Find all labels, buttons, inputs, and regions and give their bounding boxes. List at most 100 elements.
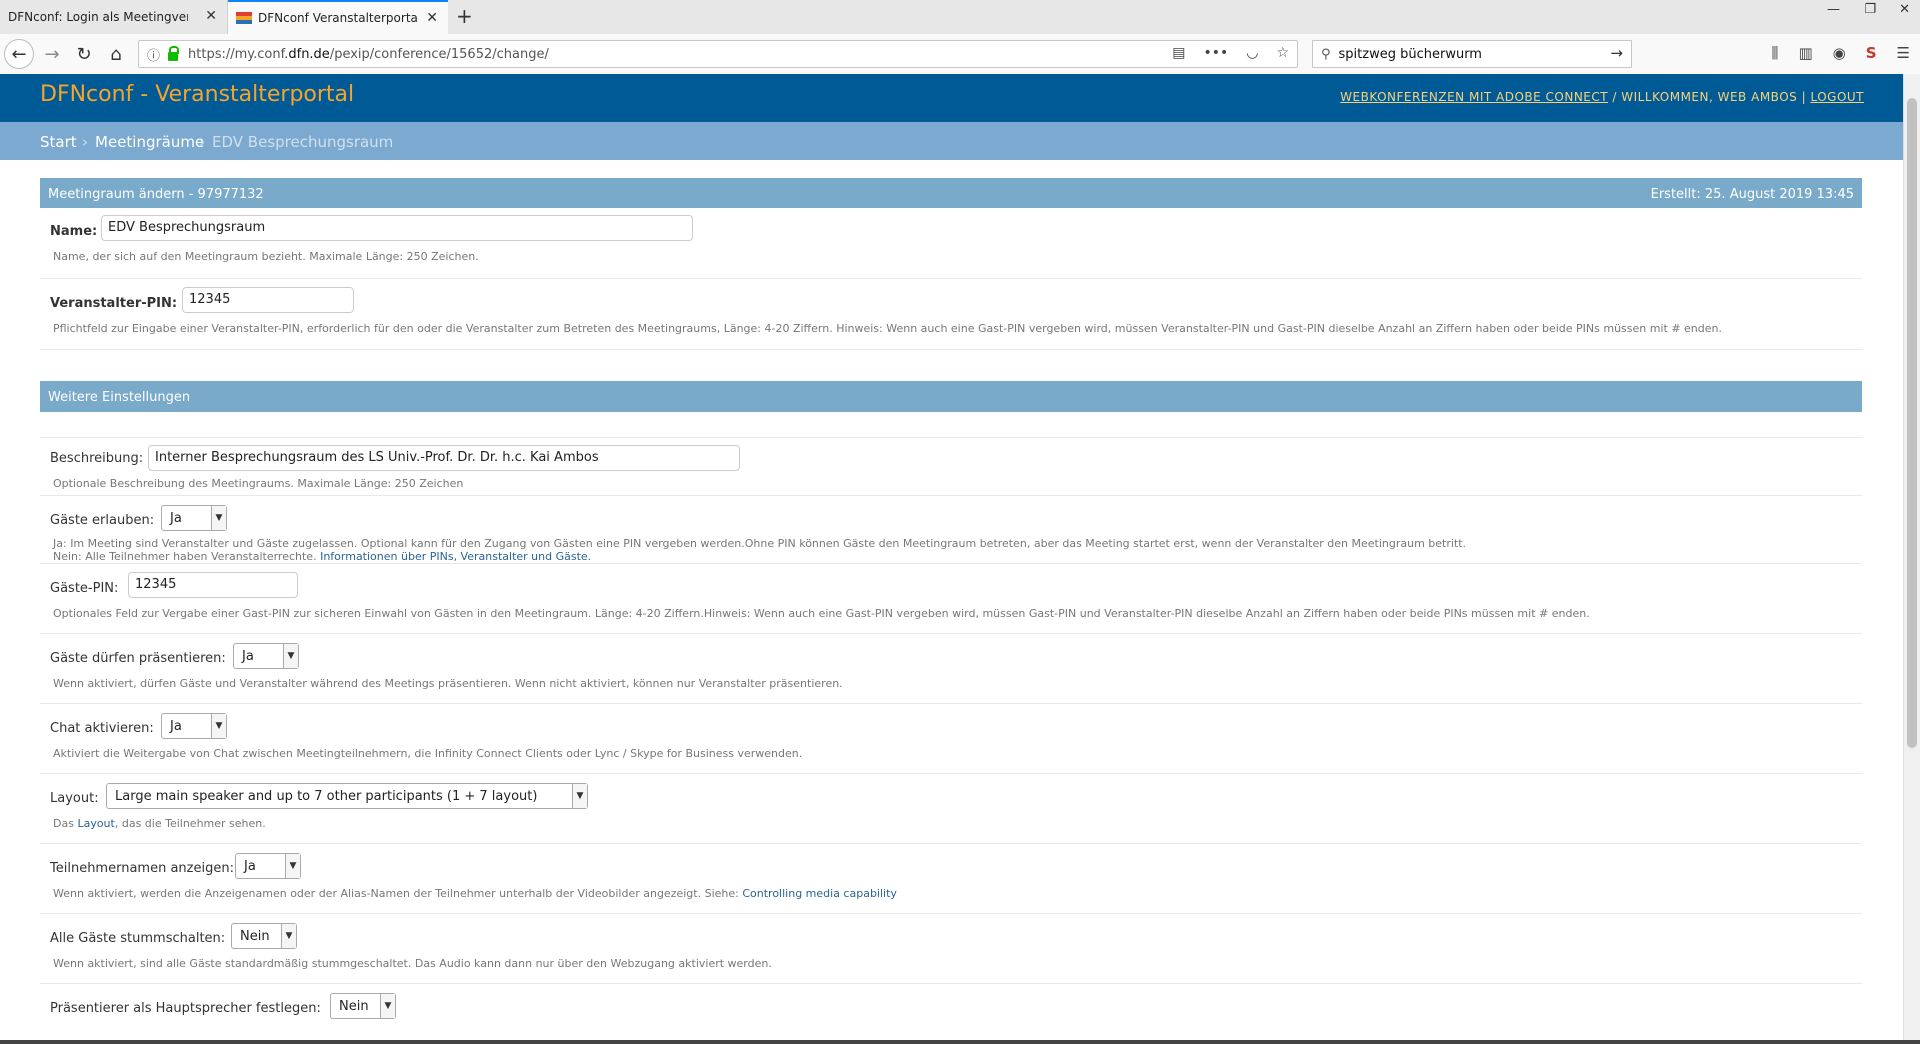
pin-info-link[interactable]: Informationen über PINs, Veranstalter un… — [320, 550, 591, 563]
browser-nav-bar: ← → ↻ ⌂ ⓘ https://my.conf.dfn.de/pexip/c… — [0, 34, 1920, 75]
minimize-icon[interactable]: — — [1827, 2, 1840, 17]
adobe-connect-link[interactable]: WEBKONFERENZEN MIT ADOBE CONNECT — [1340, 90, 1608, 104]
mute-guests-label: Alle Gäste stummschalten: — [50, 931, 226, 946]
extension-icon[interactable]: ◉ — [1833, 44, 1846, 62]
browser-tab-bar: DFNconf: Login als Meetingveranst ✕ DFNc… — [0, 0, 1920, 35]
breadcrumb-separator: › — [82, 133, 88, 151]
form-row-name: Name: EDV Besprechungsraum Name, der sic… — [40, 208, 1862, 279]
close-icon[interactable]: ✕ — [426, 10, 438, 26]
tab-login[interactable]: DFNconf: Login als Meetingveranst ✕ — [0, 0, 228, 34]
help-text: Ja: Im Meeting sind Veranstalter und Gäs… — [53, 537, 1467, 550]
chevron-down-icon: ▼ — [285, 854, 300, 878]
restore-icon[interactable]: ❐ — [1864, 2, 1876, 17]
search-go-icon[interactable]: → — [1610, 44, 1623, 62]
host-pin-input[interactable]: 12345 — [182, 287, 354, 313]
reload-icon[interactable]: ↻ — [70, 40, 98, 68]
layout-select[interactable]: Large main speaker and up to 7 other par… — [106, 783, 588, 809]
page-scrollbar[interactable] — [1903, 74, 1920, 1044]
form-row-description: Beschreibung: Interner Besprechungsraum … — [40, 437, 1862, 496]
search-bar[interactable]: ⚲ spitzweg bücherwurm → — [1312, 40, 1632, 68]
help-text: Wenn aktiviert, werden die Anzeigenamen … — [53, 887, 897, 900]
home-icon[interactable]: ⌂ — [102, 40, 130, 68]
help-text: Optionale Beschreibung des Meetingraums.… — [53, 477, 464, 490]
name-label: Name: — [50, 224, 98, 239]
search-input[interactable]: spitzweg bücherwurm — [1339, 47, 1482, 62]
pocket-icon[interactable]: ◡ — [1246, 45, 1258, 61]
show-names-select[interactable]: Ja ▼ — [235, 853, 301, 879]
chevron-down-icon: ▼ — [211, 714, 226, 738]
form-row-main-speaker: Präsentierer als Hauptsprecher festlegen… — [40, 984, 1862, 1044]
chevron-down-icon: ▼ — [281, 924, 296, 948]
window-close-icon[interactable]: ✕ — [1899, 2, 1910, 17]
guest-pin-label: Gäste-PIN: — [50, 581, 119, 596]
guest-pin-input[interactable]: 12345 — [128, 572, 298, 598]
scrollbar-thumb[interactable] — [1907, 98, 1917, 748]
layout-link[interactable]: Layout — [77, 817, 114, 830]
form-module-room: Meetingraum ändern - 97977132 Erstellt: … — [40, 178, 1862, 358]
chat-label: Chat aktivieren: — [50, 721, 154, 736]
reader-icon[interactable]: ▤ — [1172, 45, 1185, 61]
module-caption: Weitere Einstellungen — [40, 381, 1862, 412]
sidebar-icon[interactable]: ▥ — [1798, 44, 1812, 62]
created-date: Erstellt: 25. August 2019 13:45 — [1650, 187, 1854, 202]
site-header: DFNconf - Veranstalterportal WEBKONFEREN… — [0, 74, 1904, 122]
allow-guests-label: Gäste erlauben: — [50, 513, 155, 528]
tab-title: DFNconf Veranstalterportal — [258, 11, 418, 25]
breadcrumb-start[interactable]: Start — [40, 133, 77, 151]
tab-title: DFNconf: Login als Meetingveranst — [8, 10, 188, 24]
menu-icon[interactable]: ☰ — [1897, 44, 1910, 62]
logout-link[interactable]: LOGOUT — [1810, 90, 1864, 104]
chevron-down-icon: ▼ — [283, 644, 298, 668]
page-viewport: DFNconf - Veranstalterportal WEBKONFEREN… — [0, 74, 1904, 1044]
breadcrumb-separator: › — [199, 133, 205, 151]
user-tools: WEBKONFERENZEN MIT ADOBE CONNECT / WILLK… — [1340, 90, 1864, 104]
breadcrumb: Start › Meetingräume › EDV Besprechungsr… — [0, 122, 1904, 160]
url-actions: ▤ ••• ◡ ☆ — [1172, 45, 1289, 61]
tab-veranstalterportal[interactable]: DFNconf Veranstalterportal ✕ — [228, 0, 448, 34]
help-text: Pflichtfeld zur Eingabe einer Veranstalt… — [53, 322, 1722, 335]
lock-icon — [168, 45, 180, 61]
module-caption: Meetingraum ändern - 97977132 Erstellt: … — [40, 178, 1862, 208]
help-text: Das Layout, das die Teilnehmer sehen. — [53, 817, 266, 830]
close-icon[interactable]: ✕ — [205, 8, 217, 24]
welcome-text: WILLKOMMEN, WEB AMBOS — [1621, 90, 1798, 104]
description-label: Beschreibung: — [50, 451, 144, 466]
toolbar-icons: ⫼ ▥ ◉ S ☰ — [1772, 44, 1910, 62]
help-text: Wenn aktiviert, sind alle Gäste standard… — [53, 957, 772, 970]
form-row-chat: Chat aktivieren: Ja ▼ Aktiviert die Weit… — [40, 704, 1862, 774]
mute-guests-select[interactable]: Nein ▼ — [231, 923, 297, 949]
forward-icon[interactable]: → — [38, 40, 66, 68]
info-icon[interactable]: ⓘ — [147, 45, 160, 64]
help-text: Name, der sich auf den Meetingraum bezie… — [53, 250, 479, 263]
main-speaker-select[interactable]: Nein ▼ — [330, 993, 396, 1019]
form-row-show-names: Teilnehmernamen anzeigen: Ja ▼ Wenn akti… — [40, 844, 1862, 914]
allow-guests-select[interactable]: Ja ▼ — [161, 505, 227, 531]
name-input[interactable]: EDV Besprechungsraum — [101, 215, 693, 241]
back-icon[interactable]: ← — [4, 39, 34, 69]
form-row-guest-pin: Gäste-PIN: 12345 Optionales Feld zur Ver… — [40, 564, 1862, 634]
help-text: Aktiviert die Weitergabe von Chat zwisch… — [53, 747, 803, 760]
url-bar[interactable]: ⓘ https://my.conf.dfn.de/pexip/conferenc… — [138, 40, 1298, 68]
new-tab-button[interactable]: + — [456, 4, 473, 28]
guests-present-label: Gäste dürfen präsentieren: — [50, 651, 226, 666]
bookmark-star-icon[interactable]: ☆ — [1276, 45, 1289, 61]
taskbar-strip — [0, 1040, 1920, 1044]
url-text[interactable]: https://my.conf.dfn.de/pexip/conference/… — [188, 47, 549, 62]
library-icon[interactable]: ⫼ — [1772, 44, 1779, 62]
layout-label: Layout: — [50, 791, 99, 806]
chat-select[interactable]: Ja ▼ — [161, 713, 227, 739]
main-speaker-label: Präsentierer als Hauptsprecher festlegen… — [50, 1001, 321, 1016]
description-input[interactable]: Interner Besprechungsraum des LS Univ.-P… — [148, 445, 740, 471]
host-pin-label: Veranstalter-PIN: — [50, 296, 178, 311]
site-title: DFNconf - Veranstalterportal — [40, 82, 355, 107]
addon-icon[interactable]: S — [1866, 44, 1877, 62]
chevron-down-icon: ▼ — [572, 784, 587, 808]
form-row-layout: Layout: Large main speaker and up to 7 o… — [40, 774, 1862, 844]
guests-present-select[interactable]: Ja ▼ — [233, 643, 299, 669]
media-capability-link[interactable]: Controlling media capability — [742, 887, 897, 900]
chevron-down-icon: ▼ — [211, 506, 226, 530]
dfn-favicon-icon — [236, 12, 252, 24]
breadcrumb-rooms[interactable]: Meetingräume — [95, 133, 204, 151]
more-icon[interactable]: ••• — [1203, 45, 1228, 61]
help-text: Wenn aktiviert, dürfen Gäste und Veranst… — [53, 677, 843, 690]
